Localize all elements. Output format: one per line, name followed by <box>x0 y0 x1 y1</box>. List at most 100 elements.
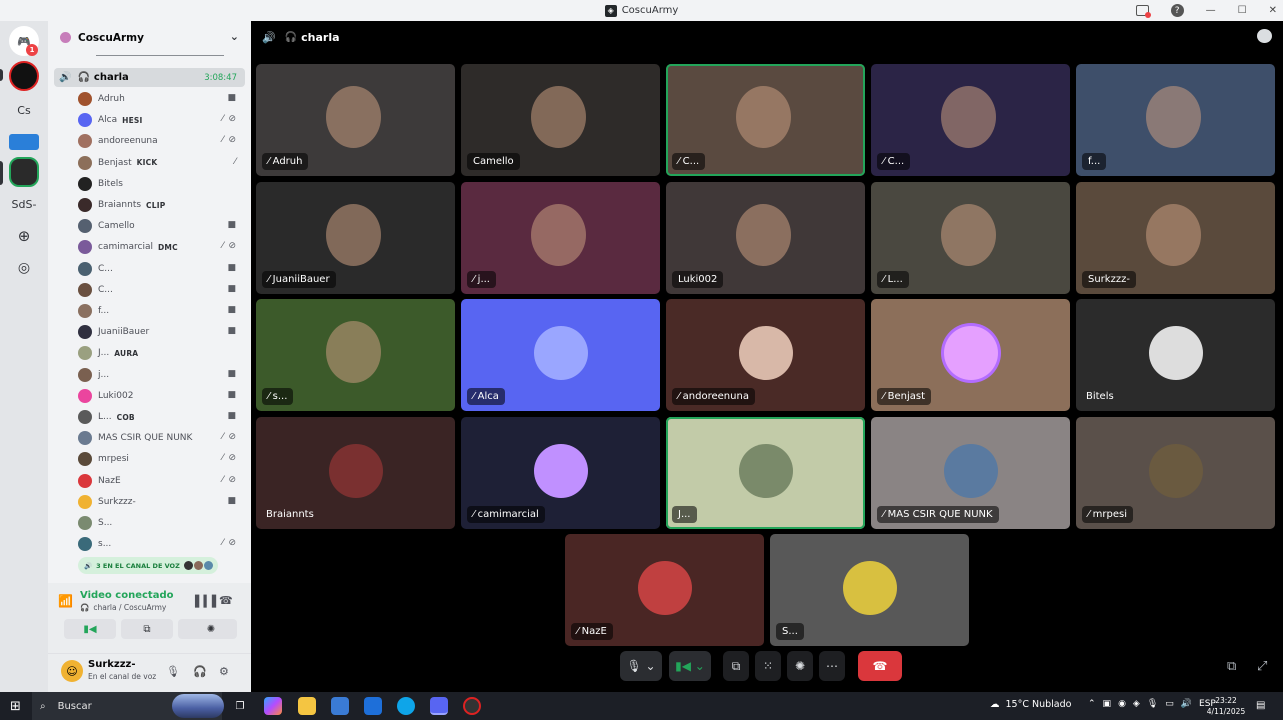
participant-tile[interactable]: Bitels <box>1076 299 1275 411</box>
voice-member[interactable]: Camello ■ <box>78 217 248 235</box>
participant-tile[interactable]: Surkzzz- <box>1076 181 1275 294</box>
edge-icon[interactable] <box>397 697 415 715</box>
voice-member[interactable]: J... AURA <box>78 344 248 362</box>
participant-tile[interactable]: S... <box>770 534 969 646</box>
gear-icon[interactable]: ⚙ <box>219 665 229 678</box>
participant-tile[interactable]: ⁄ JuaniiBauer <box>256 181 455 294</box>
participant-tile[interactable]: ⁄ MAS CSIR QUE NUNK <box>871 416 1070 529</box>
minimize-button[interactable]: — <box>1206 5 1216 16</box>
participant-tile[interactable]: ⁄ mrpesi <box>1076 416 1275 529</box>
maximize-button[interactable]: ☐ <box>1238 5 1247 16</box>
voice-member[interactable]: Alca HESI ⁄ ⊘ <box>78 111 248 129</box>
fullscreen-icon[interactable]: ⤢ <box>1257 659 1267 674</box>
participant-tile[interactable]: ⁄ andoreenuna <box>666 299 865 411</box>
task-view-icon[interactable]: ❐ <box>231 697 249 715</box>
participant-tile[interactable]: ⁄ C... <box>871 64 1070 176</box>
disconnect-button[interactable]: ☎ <box>858 651 902 681</box>
tray-app-icon[interactable]: ◈ <box>1133 699 1140 709</box>
server-icon-red[interactable] <box>9 61 39 91</box>
noise-suppression-icon[interactable]: ▌▍▌ <box>195 595 220 608</box>
voice-member[interactable]: Adruh ■ <box>78 90 248 108</box>
participant-tile[interactable]: ⁄ s... <box>256 299 455 411</box>
chevron-down-icon[interactable]: ⌄ <box>230 30 239 43</box>
activities-button[interactable]: ⁙ <box>755 651 781 681</box>
explore-servers-icon[interactable]: ◎ <box>9 253 39 283</box>
notification-icon[interactable]: ▤ <box>1256 700 1265 711</box>
clock[interactable]: 23:22 4/11/2025 <box>1205 695 1247 717</box>
participant-tile[interactable]: ⁄ camimarcial <box>461 416 660 529</box>
signal-icon[interactable]: 📶 <box>58 594 73 608</box>
mute-button[interactable]: 🎙 ⌄ <box>620 651 662 681</box>
copilot-icon[interactable] <box>264 697 282 715</box>
participant-tile[interactable]: Camello <box>461 64 660 176</box>
camera-button[interactable]: ▮◀ ⌄ <box>669 651 711 681</box>
participant-tile[interactable]: Braiannts <box>256 416 455 529</box>
participant-tile[interactable]: f... <box>1076 64 1275 176</box>
store-icon[interactable] <box>331 697 349 715</box>
participant-tile[interactable]: ⁄ Benjast <box>871 299 1070 411</box>
voice-member[interactable]: C... ■ <box>78 281 248 299</box>
participant-tile[interactable]: ⁄ j... <box>461 181 660 294</box>
voice-member[interactable]: JuaniiBauer ■ <box>78 323 248 341</box>
tray-app-icon[interactable]: ▣ <box>1103 699 1112 709</box>
screen-share-button[interactable]: ⧉ <box>723 651 749 681</box>
chevron-up-icon[interactable]: ⌃ <box>1088 699 1096 709</box>
voice-member[interactable]: j... ■ <box>78 366 248 384</box>
windows-start-icon[interactable]: ⊞ <box>10 699 21 714</box>
inbox-icon[interactable] <box>1135 5 1151 18</box>
microphone-icon[interactable]: 🎙 <box>166 665 180 678</box>
in-channel-pill[interactable]: 🔊 3 EN EL CANAL DE VOZ <box>78 557 218 574</box>
server-icon-sds[interactable]: SdS- <box>9 189 39 219</box>
voice-member[interactable]: f... ■ <box>78 302 248 320</box>
voice-member[interactable]: mrpesi ⁄ ⊘ <box>78 450 248 468</box>
close-button[interactable]: ✕ <box>1269 5 1277 16</box>
app-taskbar-icon[interactable] <box>463 697 481 715</box>
soundboard-button[interactable]: ✺ <box>185 619 237 639</box>
help-icon[interactable]: ? <box>1170 4 1184 17</box>
weather-widget[interactable]: ☁ 15°C Nublado <box>990 699 1071 710</box>
participant-tile[interactable]: ⁄ L... <box>871 181 1070 294</box>
voice-location[interactable]: charla / CoscuArmy <box>93 603 166 612</box>
server-icon-blue[interactable] <box>9 134 39 150</box>
voice-member[interactable]: Braiannts CLIP <box>78 196 248 214</box>
server-header[interactable]: CoscuArmy ⌄ <box>48 21 251 54</box>
microphone-icon[interactable]: 🎙 <box>1147 699 1158 709</box>
disconnect-icon[interactable]: ☎ <box>219 594 233 607</box>
popout-icon[interactable]: ⧉ <box>1227 659 1236 674</box>
voice-member[interactable]: L... COB ■ <box>78 408 248 426</box>
voice-member[interactable]: MAS CSIR QUE NUNK ⁄ ⊘ <box>78 429 248 447</box>
voice-member[interactable]: Surkzzz- ■ <box>78 493 248 511</box>
voice-member[interactable]: S... <box>78 514 248 532</box>
voice-member[interactable]: andoreenuna ⁄ ⊘ <box>78 132 248 150</box>
camera-button[interactable]: ▮◀ <box>64 619 116 639</box>
voice-member[interactable]: Bitels <box>78 175 248 193</box>
participant-tile[interactable]: ⁄ C... <box>666 64 865 176</box>
participant-tile[interactable]: ⁄ Adruh <box>256 64 455 176</box>
avatar[interactable]: ☺ <box>61 660 83 682</box>
volume-icon[interactable]: 🔊 <box>1181 699 1192 709</box>
screen-share-button[interactable]: ⧉ <box>121 619 173 639</box>
network-icon[interactable]: ▭ <box>1165 699 1174 709</box>
outlook-icon[interactable] <box>364 697 382 715</box>
participant-tile[interactable]: ⁄ Alca <box>461 299 660 411</box>
headphones-icon[interactable]: 🎧 <box>193 665 207 678</box>
voice-member[interactable]: C... ■ <box>78 260 248 278</box>
participant-tile[interactable]: ⁄ NazE <box>565 534 764 646</box>
file-explorer-icon[interactable] <box>298 697 316 715</box>
server-icon-cs[interactable]: Cs <box>9 95 39 125</box>
voice-member[interactable]: s... ⁄ ⊘ <box>78 535 248 553</box>
soundboard-button[interactable]: ✺ <box>787 651 813 681</box>
voice-member[interactable]: Benjast KICK ⁄ <box>78 154 248 172</box>
tray-app-icon[interactable]: ◉ <box>1118 699 1126 709</box>
active-voice-channel[interactable]: 🔊 🎧 charla 3:08:47 <box>54 68 245 87</box>
voice-member[interactable]: Luki002 ■ <box>78 387 248 405</box>
add-server-icon[interactable]: ⊕ <box>9 221 39 251</box>
voice-member[interactable]: NazE ⁄ ⊘ <box>78 472 248 490</box>
discord-taskbar-icon[interactable] <box>430 697 448 715</box>
participant-tile[interactable]: J... <box>666 416 865 529</box>
participant-tile[interactable]: Luki002 <box>666 181 865 294</box>
voice-member[interactable]: camimarcial DMC ⁄ ⊘ <box>78 238 248 256</box>
server-icon-coscuarmy[interactable] <box>9 157 39 187</box>
chat-icon[interactable] <box>1257 29 1272 43</box>
more-options-button[interactable]: ⋯ <box>819 651 845 681</box>
